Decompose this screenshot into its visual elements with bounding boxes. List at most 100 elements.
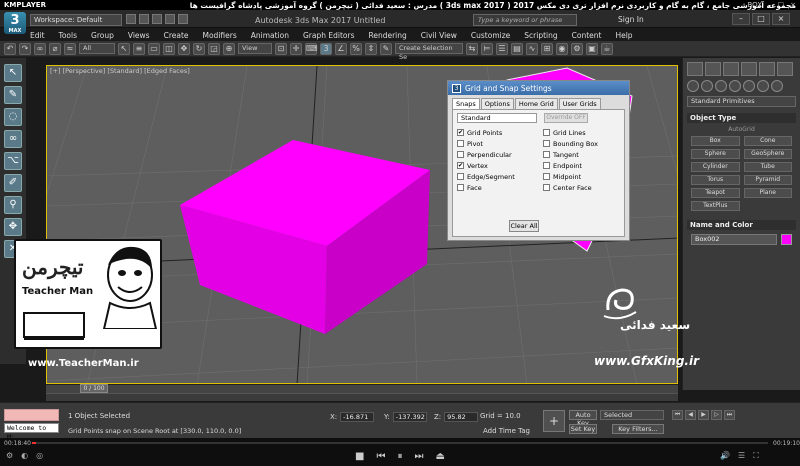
- undo-icon[interactable]: [165, 14, 175, 24]
- player-eject-icon[interactable]: ⏏: [436, 451, 445, 462]
- player-volume-icon[interactable]: 🔊: [720, 451, 730, 461]
- utilities-tab-icon[interactable]: [777, 62, 793, 76]
- primitive-button-sphere[interactable]: Sphere: [691, 149, 740, 159]
- snap-checkbox[interactable]: [543, 173, 550, 180]
- snap-checkbox[interactable]: [457, 140, 464, 147]
- set-key-button[interactable]: Set Key: [569, 424, 597, 434]
- menu-item-rendering[interactable]: Rendering: [368, 31, 406, 40]
- menu-item-graph-editors[interactable]: Graph Editors: [303, 31, 355, 40]
- dialog-title-bar[interactable]: 3 Grid and Snap Settings: [448, 81, 629, 95]
- menu-item-customize[interactable]: Customize: [471, 31, 510, 40]
- play-icon[interactable]: ▶: [698, 410, 709, 420]
- open-icon[interactable]: [139, 14, 149, 24]
- mirror-icon[interactable]: ⇆: [466, 42, 478, 55]
- selection-filter-select[interactable]: All: [79, 43, 115, 54]
- primitive-button-tube[interactable]: Tube: [743, 162, 792, 172]
- previous-frame-icon[interactable]: ◀: [685, 410, 696, 420]
- rectangle-selection-icon[interactable]: ▭: [148, 42, 160, 55]
- snap-checkbox[interactable]: [543, 140, 550, 147]
- primitive-button-cone[interactable]: Cone: [743, 136, 792, 146]
- snap-checkbox[interactable]: ✔: [457, 162, 464, 169]
- menu-item-views[interactable]: Views: [128, 31, 150, 40]
- menu-item-civil-view[interactable]: Civil View: [421, 31, 457, 40]
- render-setup-icon[interactable]: ⚙: [571, 42, 583, 55]
- time-slider-handle[interactable]: 0 / 100: [80, 384, 108, 393]
- tab-options[interactable]: Options: [480, 98, 514, 109]
- menu-item-animation[interactable]: Animation: [251, 31, 289, 40]
- app-maximize-icon[interactable]: □: [752, 13, 770, 25]
- clear-all-button[interactable]: Clear All: [509, 220, 539, 232]
- snap-option-perpendicular[interactable]: Perpendicular: [457, 149, 515, 160]
- time-slider-track[interactable]: [46, 384, 678, 393]
- pin-tool-icon[interactable]: ⚲: [4, 196, 22, 214]
- percent-snap-icon[interactable]: %: [350, 42, 362, 55]
- go-to-end-icon[interactable]: ⏭: [724, 410, 735, 420]
- named-selection-set-select[interactable]: Create Selection Se: [395, 43, 463, 61]
- menu-item-scripting[interactable]: Scripting: [524, 31, 557, 40]
- maxscript-listener-mini[interactable]: [4, 409, 59, 421]
- primitive-button-geosphere[interactable]: GeoSphere: [743, 149, 792, 159]
- helpers-icon[interactable]: [743, 80, 755, 92]
- menu-item-group[interactable]: Group: [91, 31, 114, 40]
- transform-tool-icon[interactable]: ✥: [4, 218, 22, 236]
- primitive-button-cylinder[interactable]: Cylinder: [691, 162, 740, 172]
- player-fullscreen-icon[interactable]: ⛶: [753, 451, 759, 461]
- max-logo-button[interactable]: 3 MAX: [4, 12, 26, 34]
- snap-checkbox[interactable]: [457, 173, 464, 180]
- snap-option-grid-points[interactable]: ✔ Grid Points: [457, 127, 515, 138]
- edit-named-selection-icon[interactable]: ✎: [380, 42, 392, 55]
- hierarchy-tab-icon[interactable]: [723, 62, 739, 76]
- bind-space-warp-icon[interactable]: ≈: [64, 42, 76, 55]
- select-object-icon[interactable]: ↖: [118, 42, 130, 55]
- menu-item-content[interactable]: Content: [572, 31, 602, 40]
- motion-tab-icon[interactable]: [741, 62, 757, 76]
- z-coordinate-field[interactable]: 95.82: [444, 412, 479, 422]
- spinner-snap-icon[interactable]: ⇕: [365, 42, 377, 55]
- snap-option-pivot[interactable]: Pivot: [457, 138, 515, 149]
- app-minimize-icon[interactable]: –: [732, 13, 750, 25]
- rotate-icon[interactable]: ↻: [193, 42, 205, 55]
- angle-snap-icon[interactable]: ∠: [335, 42, 347, 55]
- player-next-icon[interactable]: ⏭: [415, 451, 424, 462]
- object-color-swatch[interactable]: [781, 234, 792, 245]
- select-by-name-icon[interactable]: ≡: [133, 42, 145, 55]
- y-coordinate-field[interactable]: -137.392: [392, 412, 427, 422]
- snap-checkbox[interactable]: [457, 151, 464, 158]
- player-prev-icon[interactable]: ⏮: [377, 451, 386, 462]
- snap-option-midpoint[interactable]: Midpoint: [543, 171, 598, 182]
- box-object[interactable]: [180, 140, 430, 334]
- new-icon[interactable]: [126, 14, 136, 24]
- scale-icon[interactable]: ◲: [208, 42, 220, 55]
- workspace-select[interactable]: Workspace: Default: [30, 14, 122, 26]
- modify-tab-icon[interactable]: [705, 62, 721, 76]
- snap-option-tangent[interactable]: Tangent: [543, 149, 598, 160]
- link-tool-icon[interactable]: ∞: [4, 130, 22, 148]
- reference-coordinate-select[interactable]: View: [238, 43, 272, 54]
- snap-option-center-face[interactable]: Center Face: [543, 182, 598, 193]
- snap-checkbox[interactable]: [543, 151, 550, 158]
- set-key-icon[interactable]: +: [543, 410, 565, 432]
- undo-button[interactable]: ↶: [4, 42, 16, 55]
- sign-in-link[interactable]: Sign In: [618, 15, 644, 24]
- object-type-rollout[interactable]: Object Type: [687, 113, 796, 123]
- primitive-button-teapot[interactable]: Teapot: [691, 188, 740, 198]
- link-icon[interactable]: ∞: [34, 42, 46, 55]
- save-icon[interactable]: [152, 14, 162, 24]
- search-input[interactable]: Type a keyword or phrase: [473, 14, 577, 26]
- manipulate-icon[interactable]: ✛: [290, 42, 302, 55]
- align-icon[interactable]: ⊨: [481, 42, 493, 55]
- toggle-ribbon-icon[interactable]: ▤: [511, 42, 523, 55]
- cameras-icon[interactable]: [729, 80, 741, 92]
- tab-snaps[interactable]: Snaps: [452, 98, 480, 109]
- app-close-icon[interactable]: ×: [772, 13, 790, 25]
- schematic-view-icon[interactable]: ⊞: [541, 42, 553, 55]
- shapes-icon[interactable]: [701, 80, 713, 92]
- paint-select-icon[interactable]: ✎: [4, 86, 22, 104]
- move-icon[interactable]: ✥: [178, 42, 190, 55]
- name-color-rollout[interactable]: Name and Color: [687, 220, 796, 230]
- rendered-frame-icon[interactable]: ▣: [586, 42, 598, 55]
- key-mode-select[interactable]: Selected: [600, 410, 664, 420]
- object-name-input[interactable]: Box002: [691, 234, 777, 245]
- track-bar[interactable]: [46, 393, 678, 401]
- snap-option-bounding-box[interactable]: Bounding Box: [543, 138, 598, 149]
